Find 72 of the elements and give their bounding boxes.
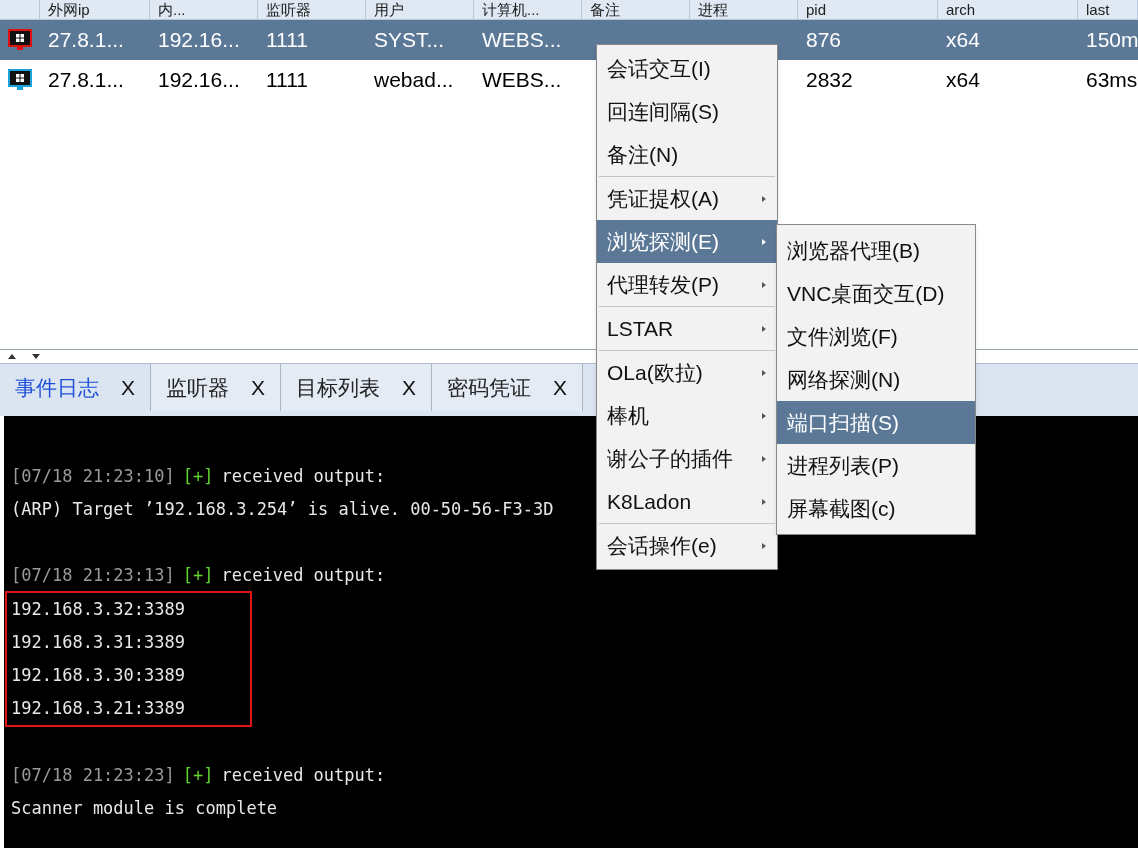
column-header[interactable]: 备注: [582, 0, 690, 19]
menu-item[interactable]: 浏览器代理(B): [777, 229, 975, 272]
close-tab-button[interactable]: X: [121, 371, 135, 404]
table-cell: 1111: [266, 68, 309, 92]
log-message: 192.168.3.31:3389: [11, 632, 185, 652]
log-message: (ARP) Target ’192.168.3.254’ is alive. 00-50-56-F3-3D: [11, 499, 554, 519]
tab[interactable]: 目标列表 X: [281, 364, 433, 411]
log-message: 192.168.3.32:3389: [11, 599, 185, 619]
close-tab-button[interactable]: X: [251, 371, 266, 404]
log-message: received output:: [221, 565, 386, 585]
table-cell: 192.16...: [158, 68, 240, 92]
table-cell: 1111: [266, 28, 309, 52]
menu-item[interactable]: K8Ladon: [597, 480, 777, 523]
menu-item[interactable]: 棒机: [597, 394, 777, 437]
success-mark: [+]: [182, 565, 214, 585]
menu-item[interactable]: OLa(欧拉): [597, 351, 777, 394]
menu-item[interactable]: 谢公子的插件: [597, 437, 777, 480]
menu-item[interactable]: 会话操作(e): [597, 524, 777, 567]
table-cell: WEBS...: [482, 68, 562, 92]
menu-item[interactable]: VNC桌面交互(D): [777, 272, 975, 315]
table-cell: webad...: [374, 68, 454, 92]
success-mark: [+]: [182, 466, 214, 486]
log-message: 192.168.3.21:3389: [11, 698, 185, 718]
column-header[interactable]: arch: [938, 0, 1078, 19]
close-tab-button[interactable]: X: [402, 371, 417, 404]
column-header[interactable]: 进程: [690, 0, 798, 19]
column-header[interactable]: last: [1078, 0, 1138, 19]
column-header[interactable]: 监听器: [258, 0, 366, 19]
monitor-icon: [7, 68, 33, 92]
column-header[interactable]: 用户: [366, 0, 474, 19]
menu-item[interactable]: 端口扫描(S): [777, 401, 975, 444]
close-tab-button[interactable]: X: [553, 371, 568, 404]
menu-item[interactable]: 文件浏览(F): [777, 315, 975, 358]
monitor-icon: [7, 28, 33, 52]
table-cell: 27.8.1...: [48, 28, 124, 52]
timestamp: [07/18 21:23:13]: [11, 565, 175, 585]
column-header[interactable]: 外网ip: [40, 0, 150, 19]
table-cell: x64: [946, 68, 980, 92]
log-message: received output:: [221, 765, 386, 785]
log-message: Scanner module is complete: [11, 798, 278, 818]
tab-label[interactable]: 事件日志: [15, 371, 99, 404]
timestamp: [07/18 21:23:23]: [11, 765, 175, 785]
menu-item[interactable]: 网络探测(N): [777, 358, 975, 401]
table-cell: x64: [946, 28, 980, 52]
table-cell: 2832: [806, 68, 853, 92]
menu-item[interactable]: 浏览探测(E): [597, 220, 777, 263]
tab-label[interactable]: 密码凭证: [447, 371, 532, 404]
menu-item[interactable]: 代理转发(P): [597, 263, 777, 306]
table-cell: 63ms: [1086, 68, 1138, 92]
menu-item[interactable]: 备注(N): [597, 133, 777, 176]
table-cell: 27.8.1...: [48, 68, 124, 92]
menu-item[interactable]: LSTAR: [597, 307, 777, 350]
tab-label[interactable]: 监听器: [166, 371, 229, 404]
menu-item[interactable]: 屏幕截图(c): [777, 487, 975, 530]
splitter-arrows-icon[interactable]: [8, 354, 40, 359]
tab-label[interactable]: 目标列表: [296, 371, 381, 404]
menu-item[interactable]: 凭证提权(A): [597, 177, 777, 220]
table-cell: WEBS...: [482, 28, 562, 52]
table-cell: 876: [806, 28, 842, 52]
table-cell: 150m: [1086, 28, 1138, 52]
column-header[interactable]: 计算机...: [474, 0, 582, 19]
tab[interactable]: 密码凭证 X: [432, 364, 584, 411]
log-message: received output:: [221, 466, 386, 486]
menu-item[interactable]: 进程列表(P): [777, 444, 975, 487]
log-message: 192.168.3.30:3389: [11, 665, 185, 685]
table-cell: SYST...: [374, 28, 445, 52]
timestamp: [07/18 21:23:10]: [11, 466, 175, 486]
tab[interactable]: 监听器 X: [151, 364, 282, 411]
success-mark: [+]: [182, 765, 214, 785]
column-header[interactable]: 内...: [150, 0, 258, 19]
column-header[interactable]: pid: [798, 0, 938, 19]
table-cell: 192.16...: [158, 28, 240, 52]
